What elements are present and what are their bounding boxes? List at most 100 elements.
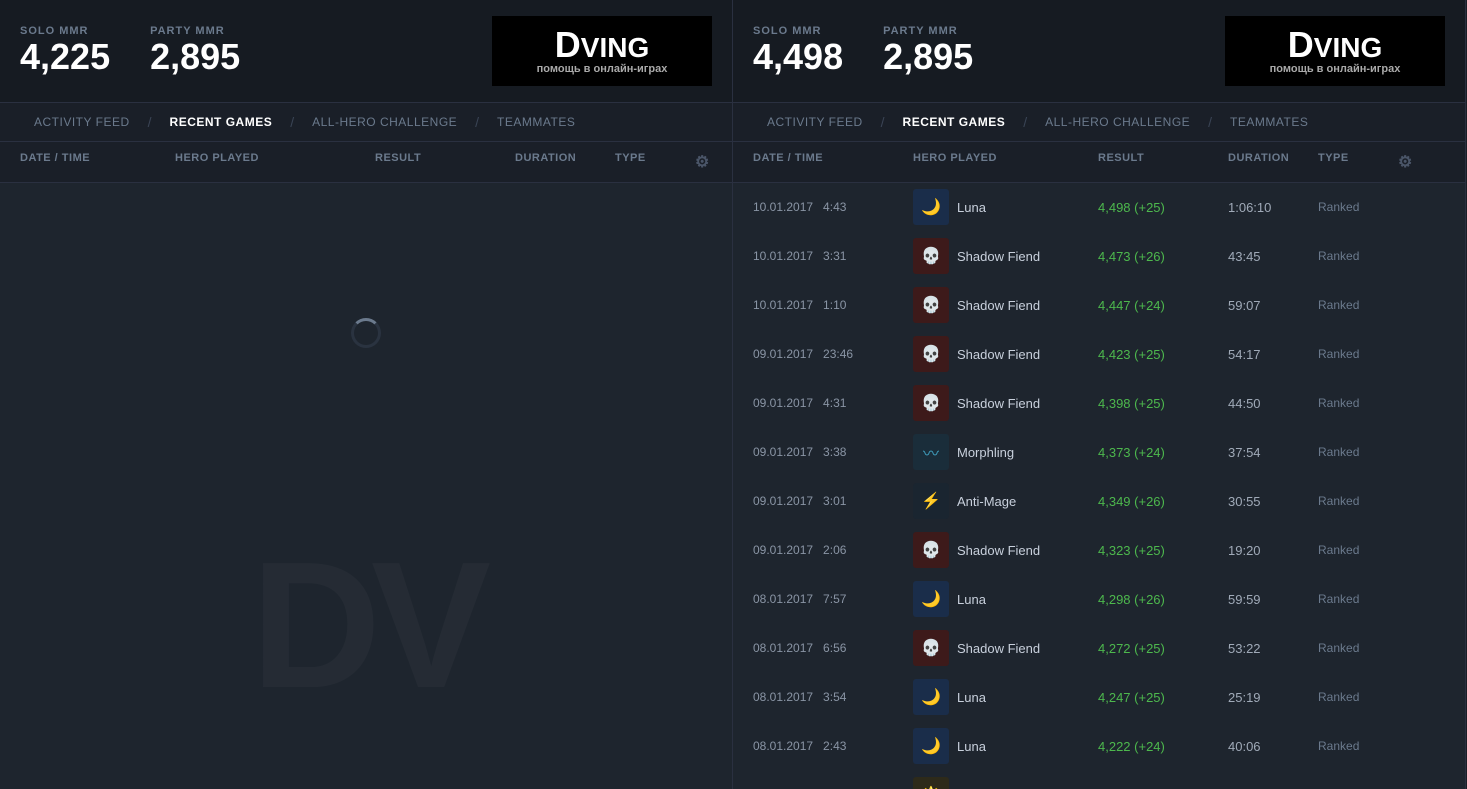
left-table-area: DATE / TIME HERO PLAYED RESULT DURATION …	[0, 142, 732, 789]
row-duration: 25:19	[1228, 690, 1318, 705]
row-type: Ranked	[1318, 543, 1398, 557]
right-nav-allhero[interactable]: ALL-HERO CHALLENGE	[1031, 103, 1204, 141]
right-logo-text: DVING	[1288, 27, 1382, 63]
row-type: Ranked	[1318, 592, 1398, 606]
hero-icon: 💀	[913, 630, 949, 666]
left-table-header: DATE / TIME HERO PLAYED RESULT DURATION …	[0, 142, 732, 183]
row-date: 09.01.2017 23:46	[753, 347, 913, 361]
row-result: 4,323 (+25)	[1098, 543, 1228, 558]
right-col-date: DATE / TIME	[753, 152, 913, 172]
row-duration: 59:59	[1228, 592, 1318, 607]
right-party-mmr-value: 2,895	[883, 37, 973, 77]
hero-name: Anti-Mage	[957, 494, 1016, 509]
right-settings-icon[interactable]: ⚙	[1398, 152, 1428, 172]
left-party-mmr-value: 2,895	[150, 37, 240, 77]
table-row[interactable]: 08.01.2017 6:56 💀 Shadow Fiend 4,272 (+2…	[733, 624, 1465, 673]
row-hero-cell: 💀 Shadow Fiend	[913, 287, 1098, 323]
row-duration: 44:50	[1228, 396, 1318, 411]
left-nav-activity[interactable]: ACTIVITY FEED	[20, 103, 144, 141]
row-date: 09.01.2017 4:31	[753, 396, 913, 410]
right-solo-mmr-value: 4,498	[753, 37, 843, 77]
table-row[interactable]: 09.01.2017 23:46 💀 Shadow Fiend 4,423 (+…	[733, 330, 1465, 379]
row-type: Ranked	[1318, 739, 1398, 753]
row-duration: 59:07	[1228, 298, 1318, 313]
left-logo-sub: помощь в онлайн-играх	[537, 63, 668, 75]
row-date: 09.01.2017 3:38	[753, 445, 913, 459]
table-row[interactable]: 09.01.2017 2:06 💀 Shadow Fiend 4,323 (+2…	[733, 526, 1465, 575]
table-row[interactable]: 09.01.2017 3:38 〰 Morphling 4,373 (+24) …	[733, 428, 1465, 477]
settings-icon[interactable]: ⚙	[695, 152, 725, 172]
right-table-header: DATE / TIME HERO PLAYED RESULT DURATION …	[733, 142, 1465, 183]
row-result: 4,398 (+25)	[1098, 396, 1228, 411]
row-date: 09.01.2017 3:01	[753, 494, 913, 508]
hero-icon: 💀	[913, 532, 949, 568]
table-row[interactable]: 07.01.2017 22:48 🌟 Invoker 4,198 (-26) 3…	[733, 771, 1465, 789]
right-header: SOLO MMR 4,498 PARTY MMR 2,895 DVING пом…	[733, 0, 1465, 103]
hero-name: Shadow Fiend	[957, 249, 1040, 264]
hero-name: Luna	[957, 739, 986, 754]
table-row[interactable]: 09.01.2017 4:31 💀 Shadow Fiend 4,398 (+2…	[733, 379, 1465, 428]
left-col-date: DATE / TIME	[20, 152, 175, 172]
row-type: Ranked	[1318, 298, 1398, 312]
hero-name: Shadow Fiend	[957, 543, 1040, 558]
row-date: 10.01.2017 4:43	[753, 200, 913, 214]
left-mmr-section: SOLO MMR 4,225 PARTY MMR 2,895	[20, 25, 240, 77]
right-col-result: RESULT	[1098, 152, 1228, 172]
hero-icon: 〰	[913, 434, 949, 470]
table-row[interactable]: 10.01.2017 3:31 💀 Shadow Fiend 4,473 (+2…	[733, 232, 1465, 281]
row-date: 10.01.2017 1:10	[753, 298, 913, 312]
row-hero-cell: 💀 Shadow Fiend	[913, 385, 1098, 421]
right-nav-activity[interactable]: ACTIVITY FEED	[753, 103, 877, 141]
row-result: 4,373 (+24)	[1098, 445, 1228, 460]
table-row[interactable]: 08.01.2017 2:43 🌙 Luna 4,222 (+24) 40:06…	[733, 722, 1465, 771]
left-col-result: RESULT	[375, 152, 515, 172]
table-row[interactable]: 08.01.2017 7:57 🌙 Luna 4,298 (+26) 59:59…	[733, 575, 1465, 624]
left-loading	[0, 183, 732, 483]
table-row[interactable]: 09.01.2017 3:01 ⚡ Anti-Mage 4,349 (+26) …	[733, 477, 1465, 526]
row-duration: 54:17	[1228, 347, 1318, 362]
left-panel: SOLO MMR 4,225 PARTY MMR 2,895 DVING пом…	[0, 0, 733, 789]
left-nav-allhero[interactable]: ALL-HERO CHALLENGE	[298, 103, 471, 141]
row-duration: 43:45	[1228, 249, 1318, 264]
row-result: 4,473 (+26)	[1098, 249, 1228, 264]
table-row[interactable]: 08.01.2017 3:54 🌙 Luna 4,247 (+25) 25:19…	[733, 673, 1465, 722]
row-type: Ranked	[1318, 249, 1398, 263]
left-solo-mmr-value: 4,225	[20, 37, 110, 77]
row-hero-cell: 💀 Shadow Fiend	[913, 532, 1098, 568]
row-result: 4,272 (+25)	[1098, 641, 1228, 656]
left-nav-teammates[interactable]: TEAMMATES	[483, 103, 589, 141]
row-result: 4,349 (+26)	[1098, 494, 1228, 509]
row-date: 08.01.2017 3:54	[753, 690, 913, 704]
hero-icon: 💀	[913, 336, 949, 372]
row-duration: 40:06	[1228, 739, 1318, 754]
left-nav-recent[interactable]: RECENT GAMES	[156, 103, 287, 141]
row-type: Ranked	[1318, 200, 1398, 214]
right-nav-recent[interactable]: RECENT GAMES	[889, 103, 1020, 141]
right-party-mmr: PARTY MMR 2,895	[883, 25, 973, 77]
left-logo-text: DVING	[555, 27, 649, 63]
left-col-type: TYPE	[615, 152, 695, 172]
hero-name: Morphling	[957, 445, 1014, 460]
row-duration: 53:22	[1228, 641, 1318, 656]
table-row[interactable]: 10.01.2017 1:10 💀 Shadow Fiend 4,447 (+2…	[733, 281, 1465, 330]
right-nav-teammates[interactable]: TEAMMATES	[1216, 103, 1322, 141]
row-duration: 19:20	[1228, 543, 1318, 558]
row-date: 08.01.2017 7:57	[753, 592, 913, 606]
right-mmr-section: SOLO MMR 4,498 PARTY MMR 2,895	[753, 25, 973, 77]
row-hero-cell: 💀 Shadow Fiend	[913, 238, 1098, 274]
hero-icon: 🌙	[913, 728, 949, 764]
row-type: Ranked	[1318, 690, 1398, 704]
table-row[interactable]: 10.01.2017 4:43 🌙 Luna 4,498 (+25) 1:06:…	[733, 183, 1465, 232]
row-date: 08.01.2017 2:43	[753, 739, 913, 753]
row-date: 10.01.2017 3:31	[753, 249, 913, 263]
row-hero-cell: 💀 Shadow Fiend	[913, 630, 1098, 666]
row-hero-cell: 🌙 Luna	[913, 581, 1098, 617]
loading-spinner	[351, 318, 381, 348]
hero-icon: 🌙	[913, 581, 949, 617]
hero-name: Shadow Fiend	[957, 396, 1040, 411]
row-result: 4,423 (+25)	[1098, 347, 1228, 362]
hero-icon: 💀	[913, 287, 949, 323]
hero-name: Shadow Fiend	[957, 347, 1040, 362]
right-panel: SOLO MMR 4,498 PARTY MMR 2,895 DVING пом…	[733, 0, 1466, 789]
right-col-hero: HERO PLAYED	[913, 152, 1098, 172]
